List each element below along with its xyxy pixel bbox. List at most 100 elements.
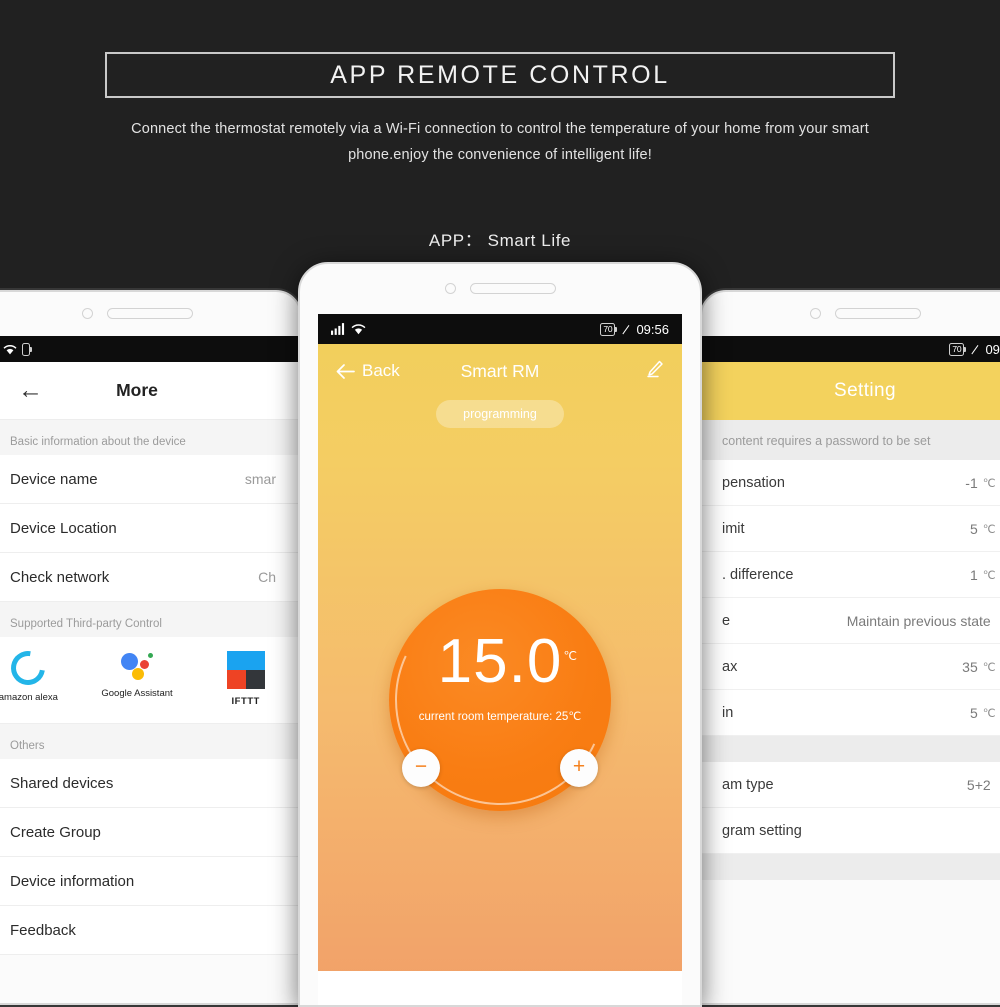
front-camera-icon <box>809 307 821 319</box>
phone-center-bezel <box>300 264 700 312</box>
third-party-google-assistant[interactable]: Google Assistant <box>83 651 192 707</box>
third-party-row: amazon alexa Google Assistant IFTTT <box>0 637 300 724</box>
page-title-setting: Setting <box>834 380 896 401</box>
row-value: 1 <box>969 566 978 583</box>
row-label: Feedback <box>10 921 76 939</box>
row-label: Device information <box>10 872 135 890</box>
status-right-icons: 70 09:58 <box>949 342 1000 357</box>
dial-unit: ℃ <box>563 649 577 663</box>
dial-progress-arc <box>365 565 635 835</box>
phone-center: 70 09:56 Back Smart RM programming ℃ 15.… <box>298 262 702 1007</box>
wifi-icon <box>3 344 17 354</box>
navbar-center: Back Smart RM <box>318 344 682 398</box>
row-unit: ℃ <box>982 523 996 536</box>
list-item-device-location[interactable]: Device Location <box>0 504 300 553</box>
front-camera-icon <box>81 307 93 319</box>
row-unit: ℃ <box>982 661 996 674</box>
list-item-device-information[interactable]: Device information <box>0 857 300 906</box>
page-subtitle: Connect the thermostat remotely via a Wi… <box>131 121 869 163</box>
ifttt-icon <box>226 651 265 689</box>
edit-pencil-icon[interactable] <box>645 359 664 383</box>
section-divider-bottom <box>702 854 1000 880</box>
setting-row-limit[interactable]: imit 5 ℃ › <box>702 506 1000 552</box>
row-value: smar <box>244 471 276 487</box>
row-label: ax <box>722 658 738 675</box>
battery-icon <box>22 342 33 356</box>
page-title: APP REMOTE CONTROL <box>330 60 670 89</box>
wifi-icon <box>351 324 366 335</box>
status-bar-left <box>0 336 300 362</box>
page-title-box: APP REMOTE CONTROL <box>105 52 895 98</box>
row-unit: ℃ <box>982 707 996 720</box>
row-label: e <box>722 612 731 629</box>
back-arrow-icon <box>336 363 355 379</box>
row-label: Device name <box>10 470 98 488</box>
alexa-icon <box>4 644 53 692</box>
row-label: . difference <box>722 566 794 583</box>
row-value: -1 <box>965 474 978 491</box>
row-unit: ℃ <box>982 569 996 582</box>
phone-right: 70 09:58 Setting content requires a pass… <box>700 290 1000 1005</box>
charging-bolt-icon <box>622 324 630 334</box>
row-unit: ℃ <box>982 477 996 490</box>
third-party-label: IFTTT <box>231 696 260 707</box>
google-assistant-icon <box>119 651 155 681</box>
thermostat-dial[interactable]: ℃ 15.0 current room temperature: 25℃ − + <box>365 565 635 835</box>
status-bar-center: 70 09:56 <box>318 314 682 344</box>
setting-row-temp-min[interactable]: in 5 ℃ › <box>702 690 1000 736</box>
section-divider <box>702 736 1000 762</box>
list-item-create-group[interactable]: Create Group <box>0 808 300 857</box>
battery-icon: 70 <box>949 342 967 356</box>
row-label: Check network <box>10 568 110 586</box>
phone-left-bezel <box>0 292 300 334</box>
earpiece-speaker-icon <box>106 307 193 319</box>
list-item-feedback[interactable]: Feedback <box>0 906 300 955</box>
setting-title-bar: Setting <box>702 362 1000 420</box>
row-label: Device Location <box>10 519 117 537</box>
setting-row-temp-max[interactable]: ax 35 ℃ › <box>702 644 1000 690</box>
third-party-alexa[interactable]: amazon alexa <box>0 644 83 707</box>
status-time: 09:56 <box>636 321 669 337</box>
phone-right-screen: 70 09:58 Setting content requires a pass… <box>702 336 1000 1003</box>
list-item-device-name[interactable]: Device name smar <box>0 455 300 504</box>
third-party-ifttt[interactable]: IFTTT <box>191 651 300 707</box>
row-value: 5 <box>969 704 978 721</box>
programming-button[interactable]: programming <box>436 400 564 428</box>
setting-row-program-setting[interactable]: gram setting › <box>702 808 1000 854</box>
temperature-increase-button[interactable]: + <box>560 749 598 787</box>
phone-left-screen: ← More Basic information about the devic… <box>0 336 300 1003</box>
status-time: 09:58 <box>985 341 1000 357</box>
status-bar-right: 70 09:58 <box>702 336 1000 362</box>
section-header-basic-info: Basic information about the device <box>0 420 300 455</box>
battery-icon: 70 <box>600 322 618 336</box>
status-right-icons: 70 09:56 <box>600 322 669 337</box>
section-header-third-party: Supported Third-party Control <box>0 602 300 637</box>
row-value: Maintain previous state <box>846 612 991 629</box>
setting-row-power-on-state[interactable]: e Maintain previous state › <box>702 598 1000 644</box>
thermostat-dial-wrap: ℃ 15.0 current room temperature: 25℃ − + <box>318 565 682 835</box>
setting-row-temp-difference[interactable]: . difference 1 ℃ › <box>702 552 1000 598</box>
navbar-left: ← More <box>0 362 300 420</box>
earpiece-speaker-icon <box>834 307 921 319</box>
status-left-icons <box>331 323 366 335</box>
phone-center-screen: 70 09:56 Back Smart RM programming ℃ 15.… <box>318 314 682 1005</box>
row-label: gram setting <box>722 822 802 839</box>
thermostat-screen-body: Back Smart RM programming ℃ 15.0 current… <box>318 344 682 1005</box>
signal-icon <box>331 323 345 335</box>
row-value: 35 <box>962 658 978 675</box>
row-value: 5+2 <box>966 776 991 793</box>
row-label: Shared devices <box>10 774 114 792</box>
phone-right-bezel <box>702 292 1000 334</box>
back-arrow-icon[interactable]: ← <box>18 378 43 403</box>
row-label: pensation <box>722 474 785 491</box>
setting-row-program-type[interactable]: am type 5+2 › <box>702 762 1000 808</box>
list-item-check-network[interactable]: Check network Ch <box>0 553 300 602</box>
setting-row-temperature-compensation[interactable]: pensation -1 ℃ › <box>702 460 1000 506</box>
front-camera-icon <box>444 282 456 294</box>
row-label: imit <box>722 520 745 537</box>
navbar-title: More <box>116 380 158 400</box>
temperature-decrease-button[interactable]: − <box>402 749 440 787</box>
back-button[interactable]: Back <box>336 361 400 381</box>
app-name-line: APP： Smart Life <box>428 231 572 250</box>
list-item-shared-devices[interactable]: Shared devices <box>0 759 300 808</box>
